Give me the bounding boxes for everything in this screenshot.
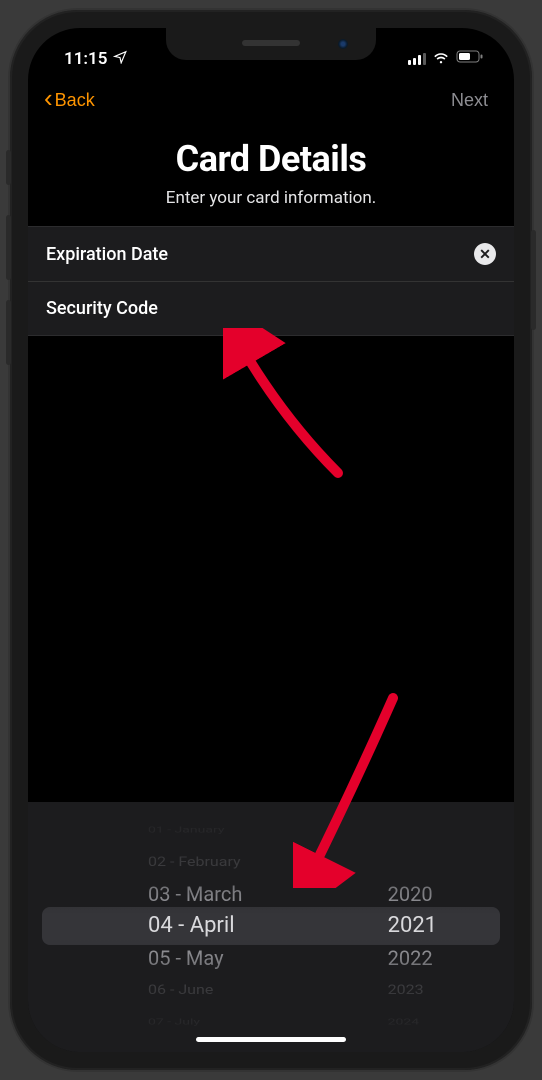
year-option[interactable]: 2024 <box>388 1012 419 1031</box>
month-option-selected[interactable]: 04 - April <box>148 910 235 942</box>
nav-bar: ‹ Back Next <box>28 76 514 124</box>
expiration-label: Expiration Date <box>46 244 168 265</box>
back-button[interactable]: ‹ Back <box>36 81 103 119</box>
month-picker[interactable]: 01 - January 02 - February 03 - March 04… <box>28 802 338 1052</box>
month-option[interactable]: 03 - March <box>148 878 242 910</box>
back-label: Back <box>55 90 95 111</box>
silent-switch <box>6 150 11 185</box>
card-form: Expiration Date ✕ Security Code <box>28 226 514 336</box>
status-time: 11:15 <box>64 49 107 69</box>
screen: 11:15 <box>28 28 514 1052</box>
month-option[interactable]: 06 - June <box>148 977 213 1003</box>
home-indicator[interactable] <box>196 1037 346 1042</box>
cellular-icon <box>408 53 426 65</box>
speaker-grille <box>242 40 300 46</box>
month-option[interactable]: 02 - February <box>148 849 241 875</box>
notch <box>166 28 376 60</box>
month-option[interactable]: 01 - January <box>148 820 224 839</box>
annotation-arrow-top <box>223 328 353 488</box>
front-camera <box>338 39 348 49</box>
security-code-field[interactable]: Security Code <box>28 281 514 335</box>
wifi-icon <box>432 49 450 69</box>
title-block: Card Details Enter your card information… <box>28 124 514 226</box>
location-icon <box>113 49 127 69</box>
year-option[interactable]: 2020 <box>388 878 433 910</box>
close-icon: ✕ <box>479 246 491 263</box>
volume-up-button <box>6 215 11 280</box>
page-subtitle: Enter your card information. <box>48 188 494 208</box>
next-label: Next <box>451 90 488 110</box>
month-option[interactable]: 05 - May <box>148 942 224 974</box>
volume-down-button <box>6 300 11 365</box>
next-button[interactable]: Next <box>443 84 496 117</box>
phone-frame: 11:15 <box>10 10 532 1070</box>
power-button <box>531 230 536 330</box>
expiration-date-field[interactable]: Expiration Date ✕ <box>28 227 514 281</box>
chevron-left-icon: ‹ <box>44 85 53 111</box>
battery-icon <box>456 49 484 69</box>
date-picker[interactable]: 01 - January 02 - February 03 - March 04… <box>28 802 514 1052</box>
clear-expiration-button[interactable]: ✕ <box>474 243 496 265</box>
page-title: Card Details <box>48 138 494 180</box>
year-option-selected[interactable]: 2021 <box>388 910 437 942</box>
month-option[interactable]: 07 - July <box>148 1012 200 1031</box>
year-option[interactable]: 2023 <box>388 977 424 1003</box>
year-picker[interactable]: . . 2020 2021 2022 2023 2024 <box>338 802 514 1052</box>
year-option[interactable]: 2022 <box>388 942 433 974</box>
security-label: Security Code <box>46 298 158 319</box>
